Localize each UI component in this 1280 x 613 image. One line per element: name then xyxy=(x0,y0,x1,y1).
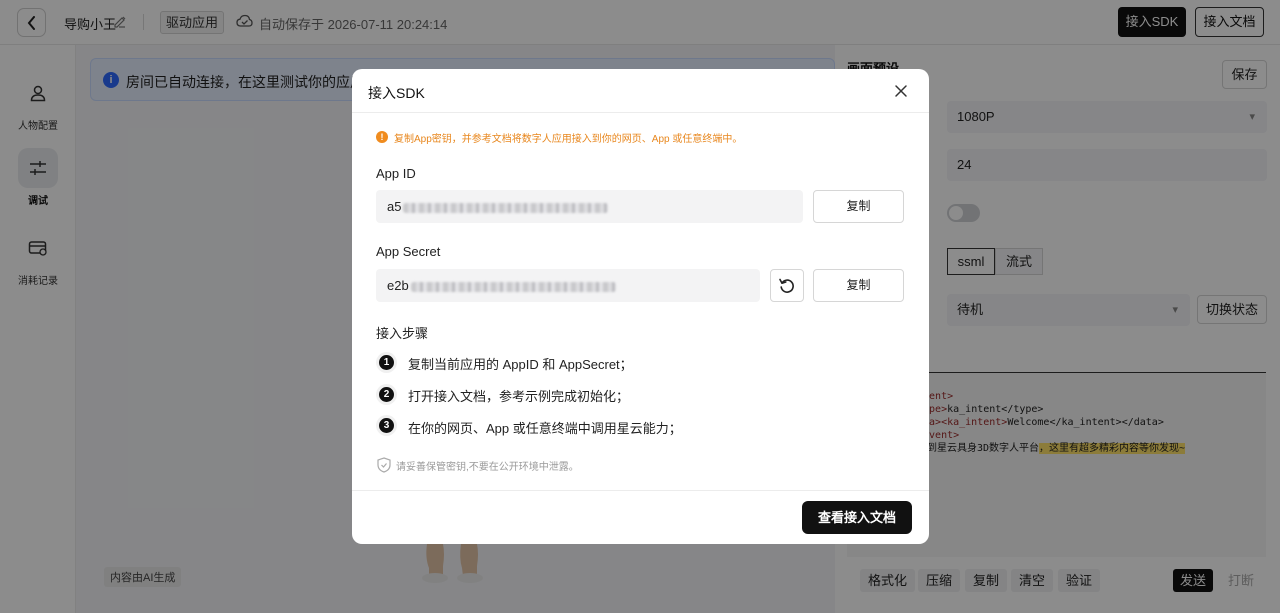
refresh-secret-button[interactable] xyxy=(770,269,804,302)
modal-title: 接入SDK xyxy=(368,85,425,101)
app-id-value: a5 xyxy=(387,199,402,214)
steps-label: 接入步骤 xyxy=(376,326,429,341)
refresh-icon xyxy=(779,278,794,293)
app-secret-field[interactable]: e2b xyxy=(376,269,760,302)
close-icon[interactable] xyxy=(893,83,909,99)
app-secret-value: e2b xyxy=(387,278,409,293)
warning-text: 复制App密钥，并参考文档将数字人应用接入到你的网页、App 或任意终端中。 xyxy=(394,134,743,145)
sdk-modal: 接入SDK ! 复制App密钥，并参考文档将数字人应用接入到你的网页、App 或… xyxy=(352,69,929,544)
modal-header: 接入SDK xyxy=(352,69,929,113)
masked-value xyxy=(403,202,609,213)
step-number-icon: 1 xyxy=(376,352,397,373)
app-secret-label: App Secret xyxy=(376,244,441,259)
step-item: 复制当前应用的 AppID 和 AppSecret； xyxy=(408,357,633,372)
app-id-label: App ID xyxy=(376,166,416,181)
warning-icon: ! xyxy=(376,131,388,143)
app-id-field[interactable]: a5 xyxy=(376,190,803,223)
step-number-icon: 2 xyxy=(376,384,397,405)
divider xyxy=(352,490,929,491)
step-number-icon: 3 xyxy=(376,415,397,436)
copy-app-secret-button[interactable]: 复制 xyxy=(813,269,904,302)
view-doc-button[interactable]: 查看接入文档 xyxy=(802,501,912,534)
step-item: 打开接入文档，参考示例完成初始化； xyxy=(408,389,630,404)
masked-value xyxy=(410,281,616,292)
step-item: 在你的网页、App 或任意终端中调用星云能力； xyxy=(408,421,682,436)
copy-app-id-button[interactable]: 复制 xyxy=(813,190,904,223)
security-tip: 请妥善保管密钥,不要在公开环境中泄露。 xyxy=(396,462,579,473)
shield-icon xyxy=(377,457,391,473)
